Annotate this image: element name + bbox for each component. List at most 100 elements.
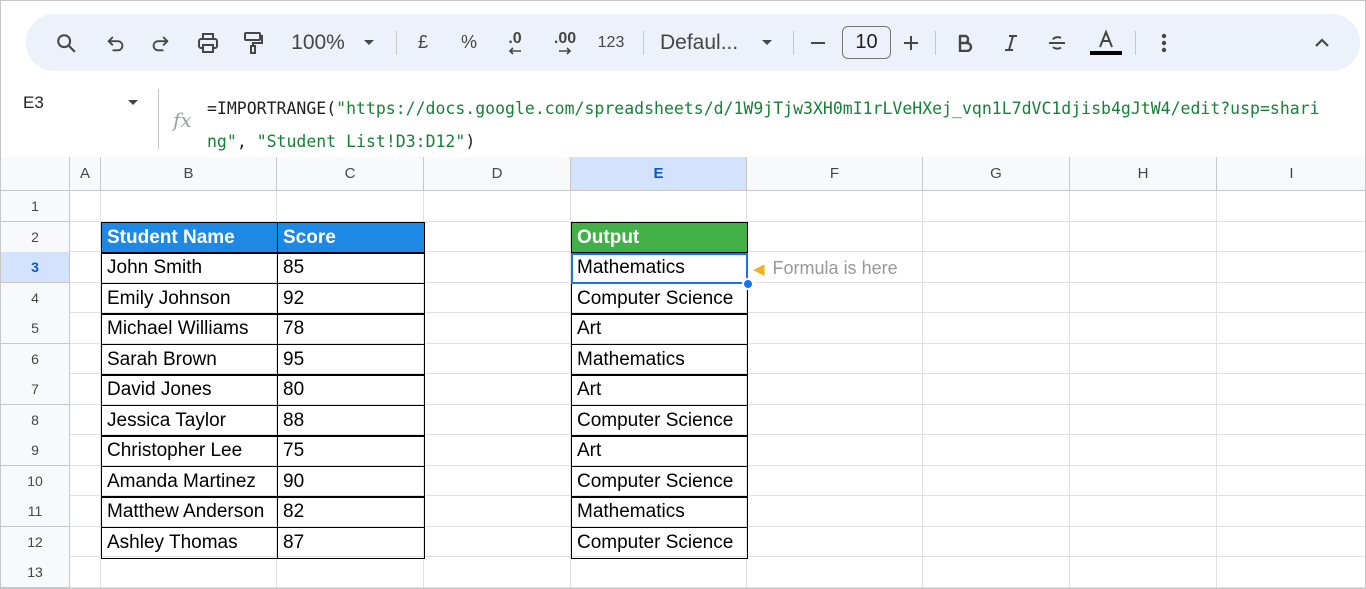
table-header-cell[interactable]: Student Name [101, 222, 278, 254]
formula-close: ) [465, 132, 476, 151]
score-cell[interactable]: 88 [277, 405, 425, 437]
grid-line [70, 587, 1365, 588]
text-color-icon[interactable] [1088, 14, 1124, 71]
score-cell[interactable]: 95 [277, 344, 425, 376]
formula-separator: , [236, 132, 257, 151]
name-box[interactable]: E3 [23, 93, 44, 113]
row-header-9[interactable]: 9 [1, 435, 70, 466]
output-header-cell[interactable]: Output [571, 222, 748, 254]
row-header-4[interactable]: 4 [1, 282, 70, 314]
student-name-cell[interactable]: Amanda Martinez [101, 466, 278, 498]
pointing-hand-icon: ◀ [753, 260, 765, 278]
formula-annotation-text: Formula is here [772, 258, 898, 278]
arrow-right-icon [559, 46, 572, 55]
column-header-h[interactable]: H [1070, 157, 1217, 191]
row-header-3[interactable]: 3 [1, 252, 70, 283]
italic-icon[interactable] [997, 14, 1025, 71]
output-cell[interactable]: Art [571, 374, 748, 406]
student-name-cell[interactable]: Christopher Lee [101, 435, 278, 467]
strikethrough-icon[interactable] [1043, 14, 1071, 71]
table-header-cell[interactable]: Score [277, 222, 425, 254]
row-header-11[interactable]: 11 [1, 496, 70, 527]
student-name-cell[interactable]: Sarah Brown [101, 344, 278, 376]
toolbar-divider [396, 31, 397, 55]
toolbar-divider [1135, 31, 1136, 55]
output-cell[interactable]: Computer Science [571, 466, 748, 498]
output-cell[interactable]: Computer Science [571, 283, 748, 315]
student-name-cell[interactable]: Michael Williams [101, 313, 278, 345]
paint-format-icon[interactable] [236, 14, 270, 71]
output-cell[interactable]: Computer Science [571, 405, 748, 437]
row-header-1[interactable]: 1 [1, 191, 70, 222]
minus-icon[interactable] [805, 14, 831, 71]
font-family-select[interactable]: Defaul... [660, 14, 744, 71]
row-header-6[interactable]: 6 [1, 343, 70, 375]
student-name-cell[interactable]: John Smith [101, 252, 278, 284]
score-cell[interactable]: 78 [277, 313, 425, 345]
decrease-decimals-label: .0 [508, 29, 522, 47]
bold-icon[interactable] [951, 14, 979, 71]
more-vert-icon[interactable] [1152, 14, 1176, 71]
row-header-5[interactable]: 5 [1, 313, 70, 344]
row-header-7[interactable]: 7 [1, 374, 70, 405]
output-cell[interactable]: Art [571, 435, 748, 467]
toolbar-divider [643, 31, 644, 55]
formula-function: =IMPORTRANGE( [207, 99, 337, 118]
zoom-value[interactable]: 100% [288, 14, 348, 71]
score-cell[interactable]: 75 [277, 435, 425, 467]
output-cell[interactable]: Computer Science [571, 527, 748, 559]
chevron-up-icon[interactable] [1308, 14, 1336, 71]
number-format-button[interactable]: 123 [594, 14, 628, 71]
plus-icon[interactable] [898, 14, 924, 71]
toolbar: 100% £ % .0 .00 123 Defaul... 10 [26, 14, 1360, 71]
print-icon[interactable] [191, 14, 225, 71]
student-name-cell[interactable]: Emily Johnson [101, 283, 278, 315]
student-name-cell[interactable]: Ashley Thomas [101, 527, 278, 559]
sheets-window: 100% £ % .0 .00 123 Defaul... 10 E3 fx =… [0, 0, 1366, 589]
row-header-8[interactable]: 8 [1, 404, 70, 436]
arrow-left-icon [508, 46, 521, 55]
column-header-c[interactable]: C [277, 157, 424, 191]
output-cell[interactable]: Mathematics [571, 252, 748, 284]
toolbar-divider [935, 31, 936, 55]
column-header-i[interactable]: I [1217, 157, 1365, 191]
score-cell[interactable]: 92 [277, 283, 425, 315]
output-cell[interactable]: Mathematics [571, 496, 748, 528]
student-name-cell[interactable]: Matthew Anderson [101, 496, 278, 528]
column-header-g[interactable]: G [923, 157, 1070, 191]
formula-bar-divider [158, 89, 159, 149]
formula-input[interactable]: =IMPORTRANGE("https://docs.google.com/sp… [207, 92, 1327, 158]
undo-icon[interactable] [100, 14, 132, 71]
formula-annotation: ◀ Formula is here [753, 253, 898, 284]
font-dropdown-icon[interactable] [756, 14, 778, 71]
redo-icon[interactable] [144, 14, 176, 71]
zoom-dropdown-icon[interactable] [358, 14, 380, 71]
score-cell[interactable]: 82 [277, 496, 425, 528]
font-size-input[interactable]: 10 [842, 26, 891, 59]
percent-format-button[interactable]: % [456, 14, 482, 71]
increase-decimals-button[interactable]: .00 [546, 14, 584, 71]
column-header-d[interactable]: D [424, 157, 571, 191]
increase-decimals-label: .00 [553, 29, 577, 47]
column-header-b[interactable]: B [101, 157, 277, 191]
row-header-2[interactable]: 2 [1, 221, 70, 253]
row-header-13[interactable]: 13 [1, 557, 70, 588]
score-cell[interactable]: 90 [277, 466, 425, 498]
column-header-f[interactable]: F [747, 157, 923, 191]
select-all-corner[interactable] [1, 157, 70, 191]
decrease-decimals-button[interactable]: .0 [498, 14, 532, 71]
student-name-cell[interactable]: David Jones [101, 374, 278, 406]
row-header-10[interactable]: 10 [1, 465, 70, 497]
row-header-12[interactable]: 12 [1, 526, 70, 558]
score-cell[interactable]: 85 [277, 252, 425, 284]
score-cell[interactable]: 87 [277, 527, 425, 559]
output-cell[interactable]: Mathematics [571, 344, 748, 376]
column-header-a[interactable]: A [70, 157, 101, 191]
column-header-e[interactable]: E [571, 157, 747, 191]
score-cell[interactable]: 80 [277, 374, 425, 406]
output-cell[interactable]: Art [571, 313, 748, 345]
name-box-dropdown-icon[interactable] [127, 93, 139, 112]
currency-format-button[interactable]: £ [410, 14, 436, 71]
search-icon[interactable] [50, 14, 82, 71]
student-name-cell[interactable]: Jessica Taylor [101, 405, 278, 437]
